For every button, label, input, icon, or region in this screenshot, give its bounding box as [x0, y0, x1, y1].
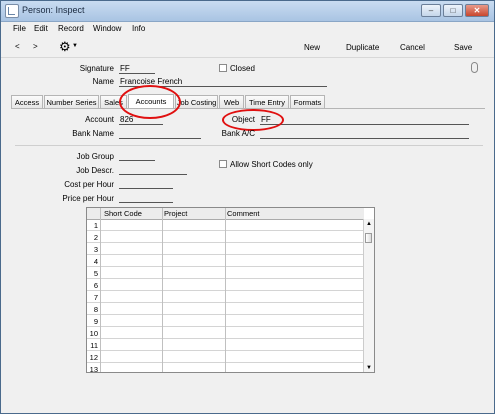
- object-underline: [260, 124, 469, 125]
- menu-bar: File Edit Record Window Info: [1, 22, 494, 36]
- minimize-icon[interactable]: –: [421, 4, 441, 17]
- row-number: 5: [93, 269, 98, 278]
- bank-ac-field[interactable]: [260, 138, 469, 139]
- grid-col-divider: [100, 208, 101, 372]
- column-comment[interactable]: Comment: [227, 209, 260, 218]
- cancel-button[interactable]: Cancel: [400, 43, 425, 52]
- signature-underline: [119, 73, 155, 74]
- account-underline: [119, 124, 163, 125]
- row-number: 10: [89, 329, 98, 338]
- maximize-icon[interactable]: □: [443, 4, 463, 17]
- person-inspect-window: Person: Inspect – □ ✕ File Edit Record W…: [0, 0, 495, 414]
- allow-short-codes-label: Allow Short Codes only: [230, 160, 313, 169]
- account-label: Account: [85, 115, 114, 124]
- short-code-grid: Short Code Project Comment 1 2 3 4 5 6 7 8 9 10 11…: [86, 207, 375, 373]
- close-icon[interactable]: ✕: [465, 4, 489, 17]
- price-per-hour-field[interactable]: [119, 202, 173, 203]
- row-number: 13: [89, 365, 98, 373]
- accounts-tab-highlight-ring: [119, 85, 181, 119]
- cost-per-hour-field[interactable]: [119, 188, 173, 189]
- row-number: 12: [89, 353, 98, 362]
- grid-scrollbar[interactable]: ▲ ▼: [363, 219, 374, 372]
- menu-edit[interactable]: Edit: [34, 24, 48, 33]
- object-field-highlight-ring: [222, 109, 284, 131]
- signature-field[interactable]: FF: [120, 64, 130, 73]
- column-project[interactable]: Project: [164, 209, 187, 218]
- price-per-hour-label: Price per Hour: [62, 194, 114, 203]
- bank-ac-label: Bank A/C: [221, 129, 255, 138]
- tab-job-costing[interactable]: Job Costing: [175, 95, 218, 108]
- app-icon: [5, 4, 19, 18]
- name-label: Name: [92, 77, 114, 86]
- window-title: Person: Inspect: [22, 5, 85, 15]
- new-button[interactable]: New: [304, 43, 320, 52]
- allow-short-codes-checkbox[interactable]: [219, 160, 227, 168]
- closed-label: Closed: [230, 64, 255, 73]
- row-number: 2: [93, 233, 98, 242]
- next-record-button[interactable]: >: [33, 42, 38, 51]
- job-descr-label: Job Descr.: [76, 166, 114, 175]
- gear-icon[interactable]: ⚙: [59, 39, 71, 55]
- menu-window[interactable]: Window: [93, 24, 121, 33]
- scroll-up-icon[interactable]: ▲: [366, 221, 372, 227]
- row-number: 1: [93, 221, 98, 230]
- previous-record-button[interactable]: <: [15, 42, 20, 51]
- bank-name-label: Bank Name: [72, 129, 114, 138]
- section-divider: [15, 145, 483, 146]
- tab-time-entry[interactable]: Time Entry: [245, 95, 289, 108]
- row-number: 8: [93, 305, 98, 314]
- menu-record[interactable]: Record: [58, 24, 84, 33]
- tab-access[interactable]: Access: [11, 95, 43, 108]
- job-descr-field[interactable]: [119, 174, 187, 175]
- chevron-down-icon[interactable]: ▼: [72, 43, 78, 49]
- menu-info[interactable]: Info: [132, 24, 145, 33]
- title-bar: Person: Inspect – □ ✕: [1, 1, 494, 22]
- scroll-thumb[interactable]: [365, 233, 372, 243]
- duplicate-button[interactable]: Duplicate: [346, 43, 379, 52]
- tab-formats[interactable]: Formats: [290, 95, 325, 108]
- signature-label: Signature: [79, 64, 114, 73]
- menu-file[interactable]: File: [13, 24, 26, 33]
- save-button[interactable]: Save: [454, 43, 472, 52]
- bank-name-field[interactable]: [119, 138, 201, 139]
- grid-col-divider: [225, 208, 226, 372]
- row-number: 6: [93, 281, 98, 290]
- grid-col-divider: [162, 208, 163, 372]
- tab-web[interactable]: Web: [219, 95, 244, 108]
- toolbar: < > ⚙ ▼ New Duplicate Cancel Save: [1, 37, 494, 58]
- scroll-down-icon[interactable]: ▼: [366, 365, 372, 371]
- closed-checkbox[interactable]: [219, 64, 227, 72]
- paperclip-icon[interactable]: [471, 62, 478, 73]
- account-field[interactable]: 826: [120, 115, 133, 124]
- column-short-code[interactable]: Short Code: [104, 209, 142, 218]
- tab-number-series[interactable]: Number Series: [44, 95, 99, 108]
- row-number: 7: [93, 293, 98, 302]
- cost-per-hour-label: Cost per Hour: [64, 180, 114, 189]
- row-number: 4: [93, 257, 98, 266]
- job-group-field[interactable]: [119, 160, 155, 161]
- job-group-label: Job Group: [76, 152, 114, 161]
- row-number: 11: [90, 341, 98, 350]
- row-number: 3: [93, 245, 98, 254]
- row-number: 9: [93, 317, 98, 326]
